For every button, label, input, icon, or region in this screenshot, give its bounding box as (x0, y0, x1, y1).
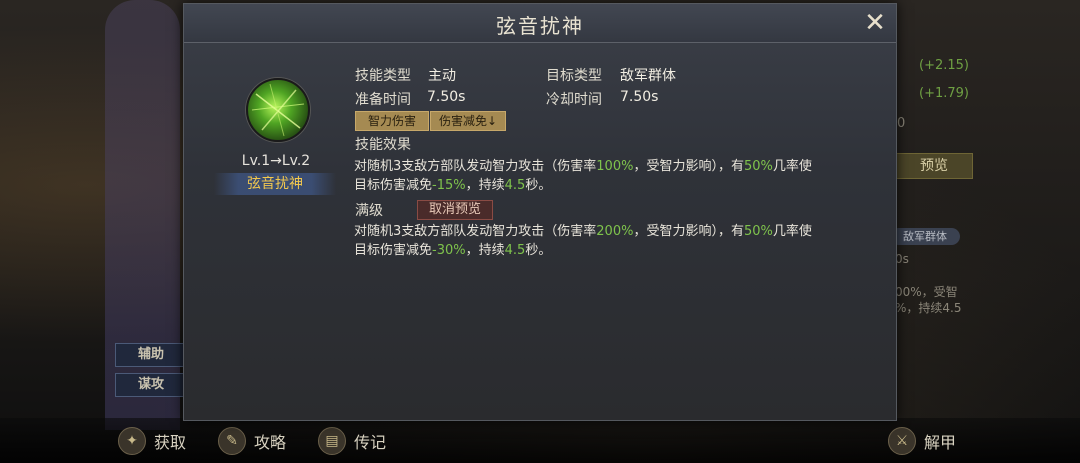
biography-icon: ▤ (318, 427, 346, 455)
tag-damage-reduction: 伤害减免↓ (430, 111, 506, 131)
stat-bonus-1: (+2.15) (919, 58, 969, 73)
skill-level-change: Lv.1→Lv.2 (241, 153, 311, 169)
guide-icon: ✎ (218, 427, 246, 455)
acquire-icon: ✦ (118, 427, 146, 455)
side-tab-strategy[interactable]: 谋攻 (115, 373, 187, 397)
target-chip: 敌军群体 (890, 228, 960, 245)
max-level-title: 满级 (355, 203, 383, 219)
partial-desc-2: %，持续4.5 (895, 301, 962, 315)
disarm-icon: ⚔ (888, 427, 916, 455)
cancel-preview-button[interactable]: 取消预览 (417, 200, 493, 220)
partial-seconds: 0s (895, 252, 909, 266)
nav-acquire-label: 获取 (154, 433, 187, 452)
cooldown-value: 7.50s (620, 89, 659, 105)
nav-biography[interactable]: ▤ 传记 (318, 427, 387, 455)
target-type-label: 目标类型 (546, 68, 602, 84)
prep-time-label: 准备时间 (355, 92, 411, 108)
prep-time-value: 7.50s (427, 89, 466, 105)
nav-guide[interactable]: ✎ 攻略 (218, 427, 287, 455)
nav-disarm-label: 解甲 (924, 433, 957, 452)
nav-acquire[interactable]: ✦ 获取 (118, 427, 187, 455)
skill-detail-dialog: 弦音扰神 ✕ Lv.1→Lv.2 弦音扰神 技能类型 主动 目标类型 敌军群体 … (183, 3, 897, 421)
skill-type-label: 技能类型 (355, 68, 411, 84)
bottom-nav: ✦ 获取 ✎ 攻略 ▤ 传记 ⚔ 解甲 (0, 418, 1080, 463)
stat-bonus-2: (+1.79) (919, 86, 969, 101)
nav-biography-label: 传记 (354, 433, 387, 452)
max-level-description: 对随机3支敌方部队发动智力攻击（伤害率200%，受智力影响），有50%几率使 目… (354, 224, 812, 258)
preview-button[interactable]: 预览 (895, 153, 973, 179)
partial-desc-1: 00%，受智 (895, 285, 958, 299)
effect-description: 对随机3支敌方部队发动智力攻击（伤害率100%，受智力影响），有50%几率使 目… (354, 159, 812, 193)
dialog-header: 弦音扰神 ✕ (184, 4, 896, 43)
side-tab-assist[interactable]: 辅助 (115, 343, 187, 367)
nav-guide-label: 攻略 (254, 433, 287, 452)
skill-icon (246, 78, 310, 142)
close-icon[interactable]: ✕ (862, 10, 888, 36)
dialog-title: 弦音扰神 (496, 14, 584, 38)
skill-type-value: 主动 (428, 68, 456, 84)
target-type-value: 敌军群体 (620, 68, 676, 84)
effect-title: 技能效果 (355, 137, 411, 153)
tag-int-damage: 智力伤害 (355, 111, 429, 131)
nav-disarm[interactable]: ⚔ 解甲 (888, 427, 957, 455)
cooldown-label: 冷却时间 (546, 92, 602, 108)
skill-name-plate: 弦音扰神 (214, 173, 336, 195)
stat-digit: 0 (897, 116, 906, 131)
